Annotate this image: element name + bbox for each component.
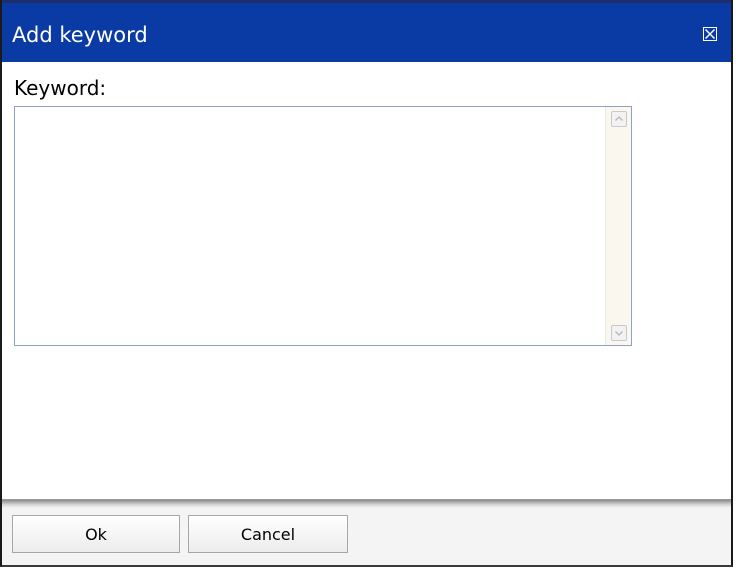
cancel-button[interactable]: Cancel (188, 515, 348, 553)
ok-button[interactable]: Ok (12, 515, 180, 553)
dialog-title: Add keyword (12, 23, 148, 47)
dialog-titlebar[interactable]: Add keyword (2, 0, 731, 62)
keyword-label: Keyword: (14, 76, 107, 100)
dialog-content: Keyword: (2, 62, 731, 499)
close-icon[interactable] (703, 27, 717, 41)
scroll-down-icon[interactable] (611, 325, 627, 341)
footer-divider (2, 500, 731, 508)
add-keyword-dialog: Add keyword Keyword: Ok Cancel (0, 0, 733, 567)
keyword-field[interactable] (14, 106, 632, 346)
dialog-footer: Ok Cancel (2, 499, 731, 565)
scroll-up-icon[interactable] (611, 111, 627, 127)
keyword-textarea[interactable] (15, 107, 605, 345)
keyword-scrollbar[interactable] (605, 107, 631, 345)
